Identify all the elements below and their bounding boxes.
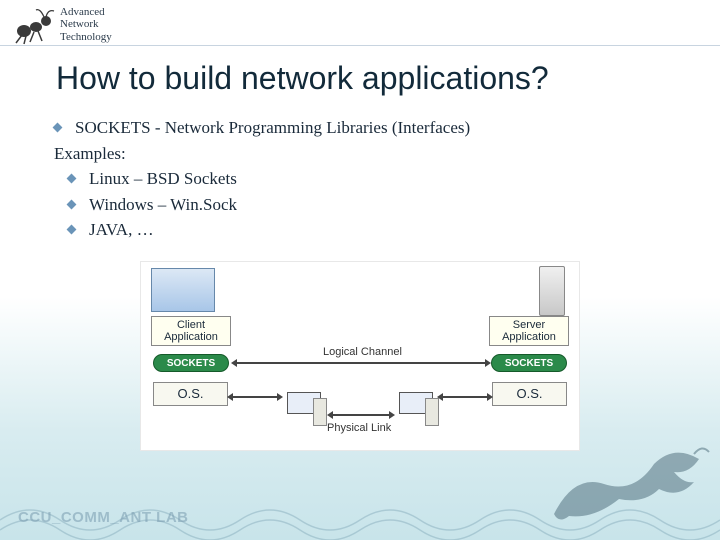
bullet-icon bbox=[67, 225, 77, 235]
bullet-icon bbox=[53, 123, 63, 133]
client-app-box: Client Application bbox=[151, 316, 231, 346]
example-item: Windows – Win.Sock bbox=[68, 192, 680, 218]
header: Advanced Network Technology bbox=[0, 0, 720, 46]
ant-logo-icon bbox=[8, 5, 56, 45]
header-line1: Advanced bbox=[60, 6, 112, 19]
header-line3: Technology bbox=[60, 31, 112, 44]
browser-thumbnail-icon bbox=[151, 268, 215, 312]
header-title: Advanced Network Technology bbox=[60, 6, 112, 44]
physical-link-label: Physical Link bbox=[327, 422, 391, 434]
example-item: JAVA, … bbox=[68, 217, 680, 243]
example-text: Windows – Win.Sock bbox=[89, 192, 237, 218]
client-os-box: O.S. bbox=[153, 382, 228, 406]
client-socket-box: SOCKETS bbox=[153, 354, 229, 372]
footer-lab-label: CCU_COMM_ANT LAB bbox=[18, 509, 189, 526]
bullet-icon bbox=[67, 199, 77, 209]
example-text: Linux – BSD Sockets bbox=[89, 166, 237, 192]
client-host-arrow-icon bbox=[233, 396, 277, 398]
dragon-decoration-icon bbox=[534, 434, 714, 534]
client-pc-icon bbox=[281, 392, 327, 432]
physical-arrow-icon bbox=[333, 414, 389, 416]
logical-arrow-icon bbox=[237, 362, 485, 364]
server-app-label: Server Application bbox=[502, 319, 556, 343]
page-title: How to build network applications? bbox=[0, 46, 720, 115]
bullet-icon bbox=[67, 174, 77, 184]
logical-channel-label: Logical Channel bbox=[323, 346, 402, 358]
client-app-label: Client Application bbox=[164, 319, 218, 343]
bullet-main-text: SOCKETS - Network Programming Libraries … bbox=[75, 115, 470, 141]
server-os-box: O.S. bbox=[492, 382, 567, 406]
server-pc-icon bbox=[393, 392, 439, 432]
examples-label: Examples: bbox=[54, 141, 680, 167]
server-rack-icon bbox=[539, 266, 565, 316]
example-item: Linux – BSD Sockets bbox=[68, 166, 680, 192]
bullet-main: SOCKETS - Network Programming Libraries … bbox=[54, 115, 680, 141]
example-text: JAVA, … bbox=[89, 217, 154, 243]
content-body: SOCKETS - Network Programming Libraries … bbox=[0, 115, 720, 243]
server-app-box: Server Application bbox=[489, 316, 569, 346]
socket-diagram: Client Application Server Application SO… bbox=[140, 261, 580, 451]
server-socket-box: SOCKETS bbox=[491, 354, 567, 372]
header-line2: Network bbox=[60, 18, 112, 31]
server-host-arrow-icon bbox=[443, 396, 487, 398]
